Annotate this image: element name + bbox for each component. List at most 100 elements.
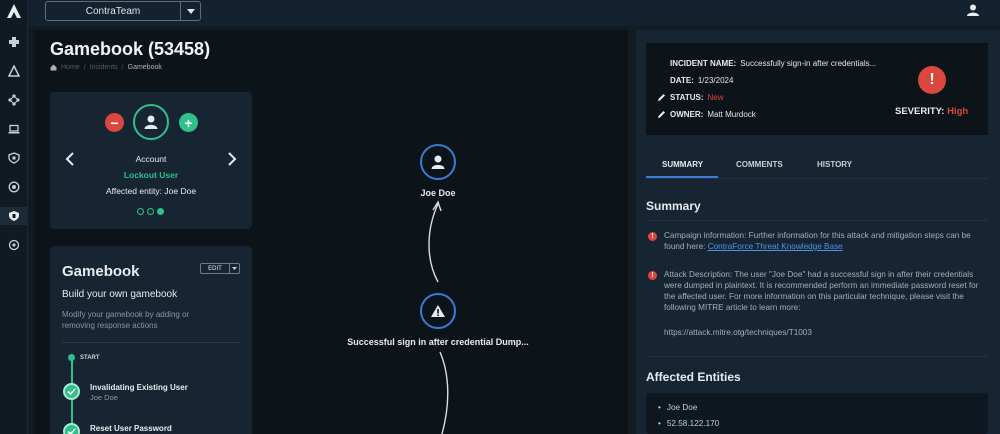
affected-entity: Affected entity: Joe Doe bbox=[105, 186, 197, 196]
incident-date-label: DATE: bbox=[670, 76, 694, 85]
nav-rail bbox=[0, 0, 28, 434]
edit-button[interactable]: EDIT bbox=[200, 263, 240, 274]
severity-alert-icon: ! bbox=[918, 66, 946, 94]
list-item: • 52.58.122.170 bbox=[658, 419, 720, 428]
divider bbox=[646, 178, 988, 179]
incident-owner-label: OWNER: bbox=[670, 110, 704, 119]
incident-status-row[interactable]: STATUS: New bbox=[657, 93, 724, 102]
home-icon[interactable] bbox=[50, 64, 57, 71]
carousel-dot[interactable] bbox=[147, 208, 154, 215]
breadcrumb: Home / Incidents / Gamebook bbox=[50, 64, 162, 71]
nav-item-gamebooks[interactable] bbox=[0, 207, 28, 225]
breadcrumb-current: Gamebook bbox=[127, 64, 162, 71]
step-subtitle: Joe Doe bbox=[90, 393, 118, 402]
warning-icon bbox=[431, 305, 445, 317]
incident-date-value: 1/23/2024 bbox=[697, 76, 734, 85]
entity-type: Account bbox=[135, 154, 167, 164]
crosshair-icon bbox=[8, 239, 20, 251]
entity-card: − + Account Lockout User Affected entity… bbox=[50, 92, 252, 229]
list-item: • Joe Doe bbox=[658, 403, 698, 412]
nav-item-settings[interactable] bbox=[0, 236, 28, 254]
chevron-down-icon[interactable] bbox=[229, 264, 239, 273]
info-alert-icon: ! bbox=[648, 232, 657, 241]
breadcrumb-home[interactable]: Home bbox=[61, 64, 80, 71]
divider bbox=[646, 220, 988, 221]
shield-icon bbox=[8, 152, 20, 164]
severity-label: SEVERITY: bbox=[895, 106, 945, 117]
divider bbox=[646, 356, 988, 357]
step-title[interactable]: Reset User Password bbox=[90, 424, 172, 433]
team-select-value: ContraTeam bbox=[85, 5, 141, 17]
gamebook-title: Gamebook bbox=[62, 263, 140, 280]
entity-ip: 52.58.122.170 bbox=[666, 419, 720, 428]
gamebook-subtitle: Build your own gamebook bbox=[62, 289, 178, 300]
flow-node-user-label: Joe Doe bbox=[420, 188, 456, 198]
nav-item-network[interactable] bbox=[0, 91, 28, 109]
step-complete-check-icon bbox=[63, 383, 80, 400]
carousel-dots bbox=[137, 208, 164, 215]
gamebook-description: Modify your gamebook by adding or removi… bbox=[62, 310, 190, 330]
breadcrumb-separator: / bbox=[83, 64, 86, 71]
incident-date-row: DATE: 1/23/2024 bbox=[670, 76, 733, 85]
flow-node-user[interactable] bbox=[420, 144, 456, 180]
divider bbox=[62, 342, 240, 343]
timeline-start-dot bbox=[68, 354, 75, 361]
incident-name-value: Successfully sign-in after credentials..… bbox=[740, 59, 877, 68]
severity: SEVERITY: High bbox=[895, 106, 968, 117]
laptop-icon bbox=[8, 124, 20, 134]
breadcrumb-separator: / bbox=[121, 64, 124, 71]
entity-status: Lockout User bbox=[123, 170, 179, 180]
radar-icon bbox=[8, 181, 20, 193]
info-alert-icon: ! bbox=[648, 271, 657, 280]
flow-node-alert[interactable] bbox=[420, 293, 456, 329]
knowledge-base-link[interactable]: ContraForce Threat Knowledge Base bbox=[708, 242, 843, 251]
chevron-down-icon[interactable] bbox=[180, 2, 200, 20]
attack-description: Attack Description: The user "Joe Doe" h… bbox=[664, 270, 979, 312]
tab-history[interactable]: HISTORY bbox=[817, 160, 852, 169]
timeline-start-label: START bbox=[80, 355, 100, 361]
app-root: ContraTeam Gamebook (53458) Home / Incid… bbox=[0, 0, 1000, 434]
summary-title: Summary bbox=[646, 199, 701, 213]
add-entity-button[interactable]: + bbox=[179, 113, 198, 132]
flow-node-alert-label: Successful sign in after credential Dump… bbox=[347, 337, 529, 347]
gamebook-card: Gamebook EDIT Build your own gamebook Mo… bbox=[50, 246, 252, 434]
affected-entities-title: Affected Entities bbox=[646, 370, 741, 384]
pencil-icon[interactable] bbox=[657, 93, 666, 102]
entity-name: Joe Doe bbox=[666, 403, 698, 412]
severity-value: High bbox=[947, 106, 969, 117]
incident-status-value: New bbox=[707, 93, 724, 102]
top-bar: ContraTeam bbox=[28, 0, 1000, 26]
user-icon bbox=[431, 155, 445, 169]
entity-avatar bbox=[133, 104, 169, 140]
contraforce-logo-icon[interactable] bbox=[5, 2, 23, 20]
team-select[interactable]: ContraTeam bbox=[45, 1, 201, 21]
mitre-url[interactable]: https://attack.mitre.otg/techniques/T100… bbox=[664, 328, 812, 337]
step-complete-check-icon bbox=[63, 423, 80, 434]
gamepad-icon bbox=[9, 37, 19, 47]
user-icon bbox=[144, 115, 158, 129]
nav-item-security[interactable] bbox=[0, 149, 28, 167]
nav-item-devices[interactable] bbox=[0, 120, 28, 138]
incident-status-label: STATUS: bbox=[670, 93, 704, 102]
remove-entity-button[interactable]: − bbox=[105, 113, 124, 132]
page-title: Gamebook (53458) bbox=[50, 39, 211, 59]
incident-owner-row[interactable]: OWNER: Matt Murdock bbox=[657, 110, 756, 119]
nav-item-gamepad[interactable] bbox=[0, 33, 28, 51]
nav-item-radar[interactable] bbox=[0, 178, 28, 196]
network-icon bbox=[8, 94, 20, 106]
step-title[interactable]: Invalidating Existing User bbox=[90, 383, 188, 392]
pencil-icon[interactable] bbox=[657, 110, 666, 119]
breadcrumb-incidents[interactable]: Incidents bbox=[90, 64, 118, 71]
tab-comments[interactable]: COMMENTS bbox=[736, 160, 783, 169]
carousel-dot[interactable] bbox=[137, 208, 144, 215]
tab-summary[interactable]: SUMMARY bbox=[662, 160, 703, 169]
incident-owner-value: Matt Murdock bbox=[707, 110, 756, 119]
incident-name-row: INCIDENT NAME: Successfully sign-in afte… bbox=[670, 59, 876, 68]
warning-icon bbox=[8, 65, 20, 77]
user-profile-icon[interactable] bbox=[966, 3, 980, 17]
carousel-dot-active[interactable] bbox=[157, 208, 164, 215]
incident-name-label: INCIDENT NAME: bbox=[670, 59, 737, 68]
nav-item-alerts[interactable] bbox=[0, 62, 28, 80]
shield-filled-icon bbox=[9, 211, 19, 221]
edit-button-label: EDIT bbox=[208, 265, 222, 272]
